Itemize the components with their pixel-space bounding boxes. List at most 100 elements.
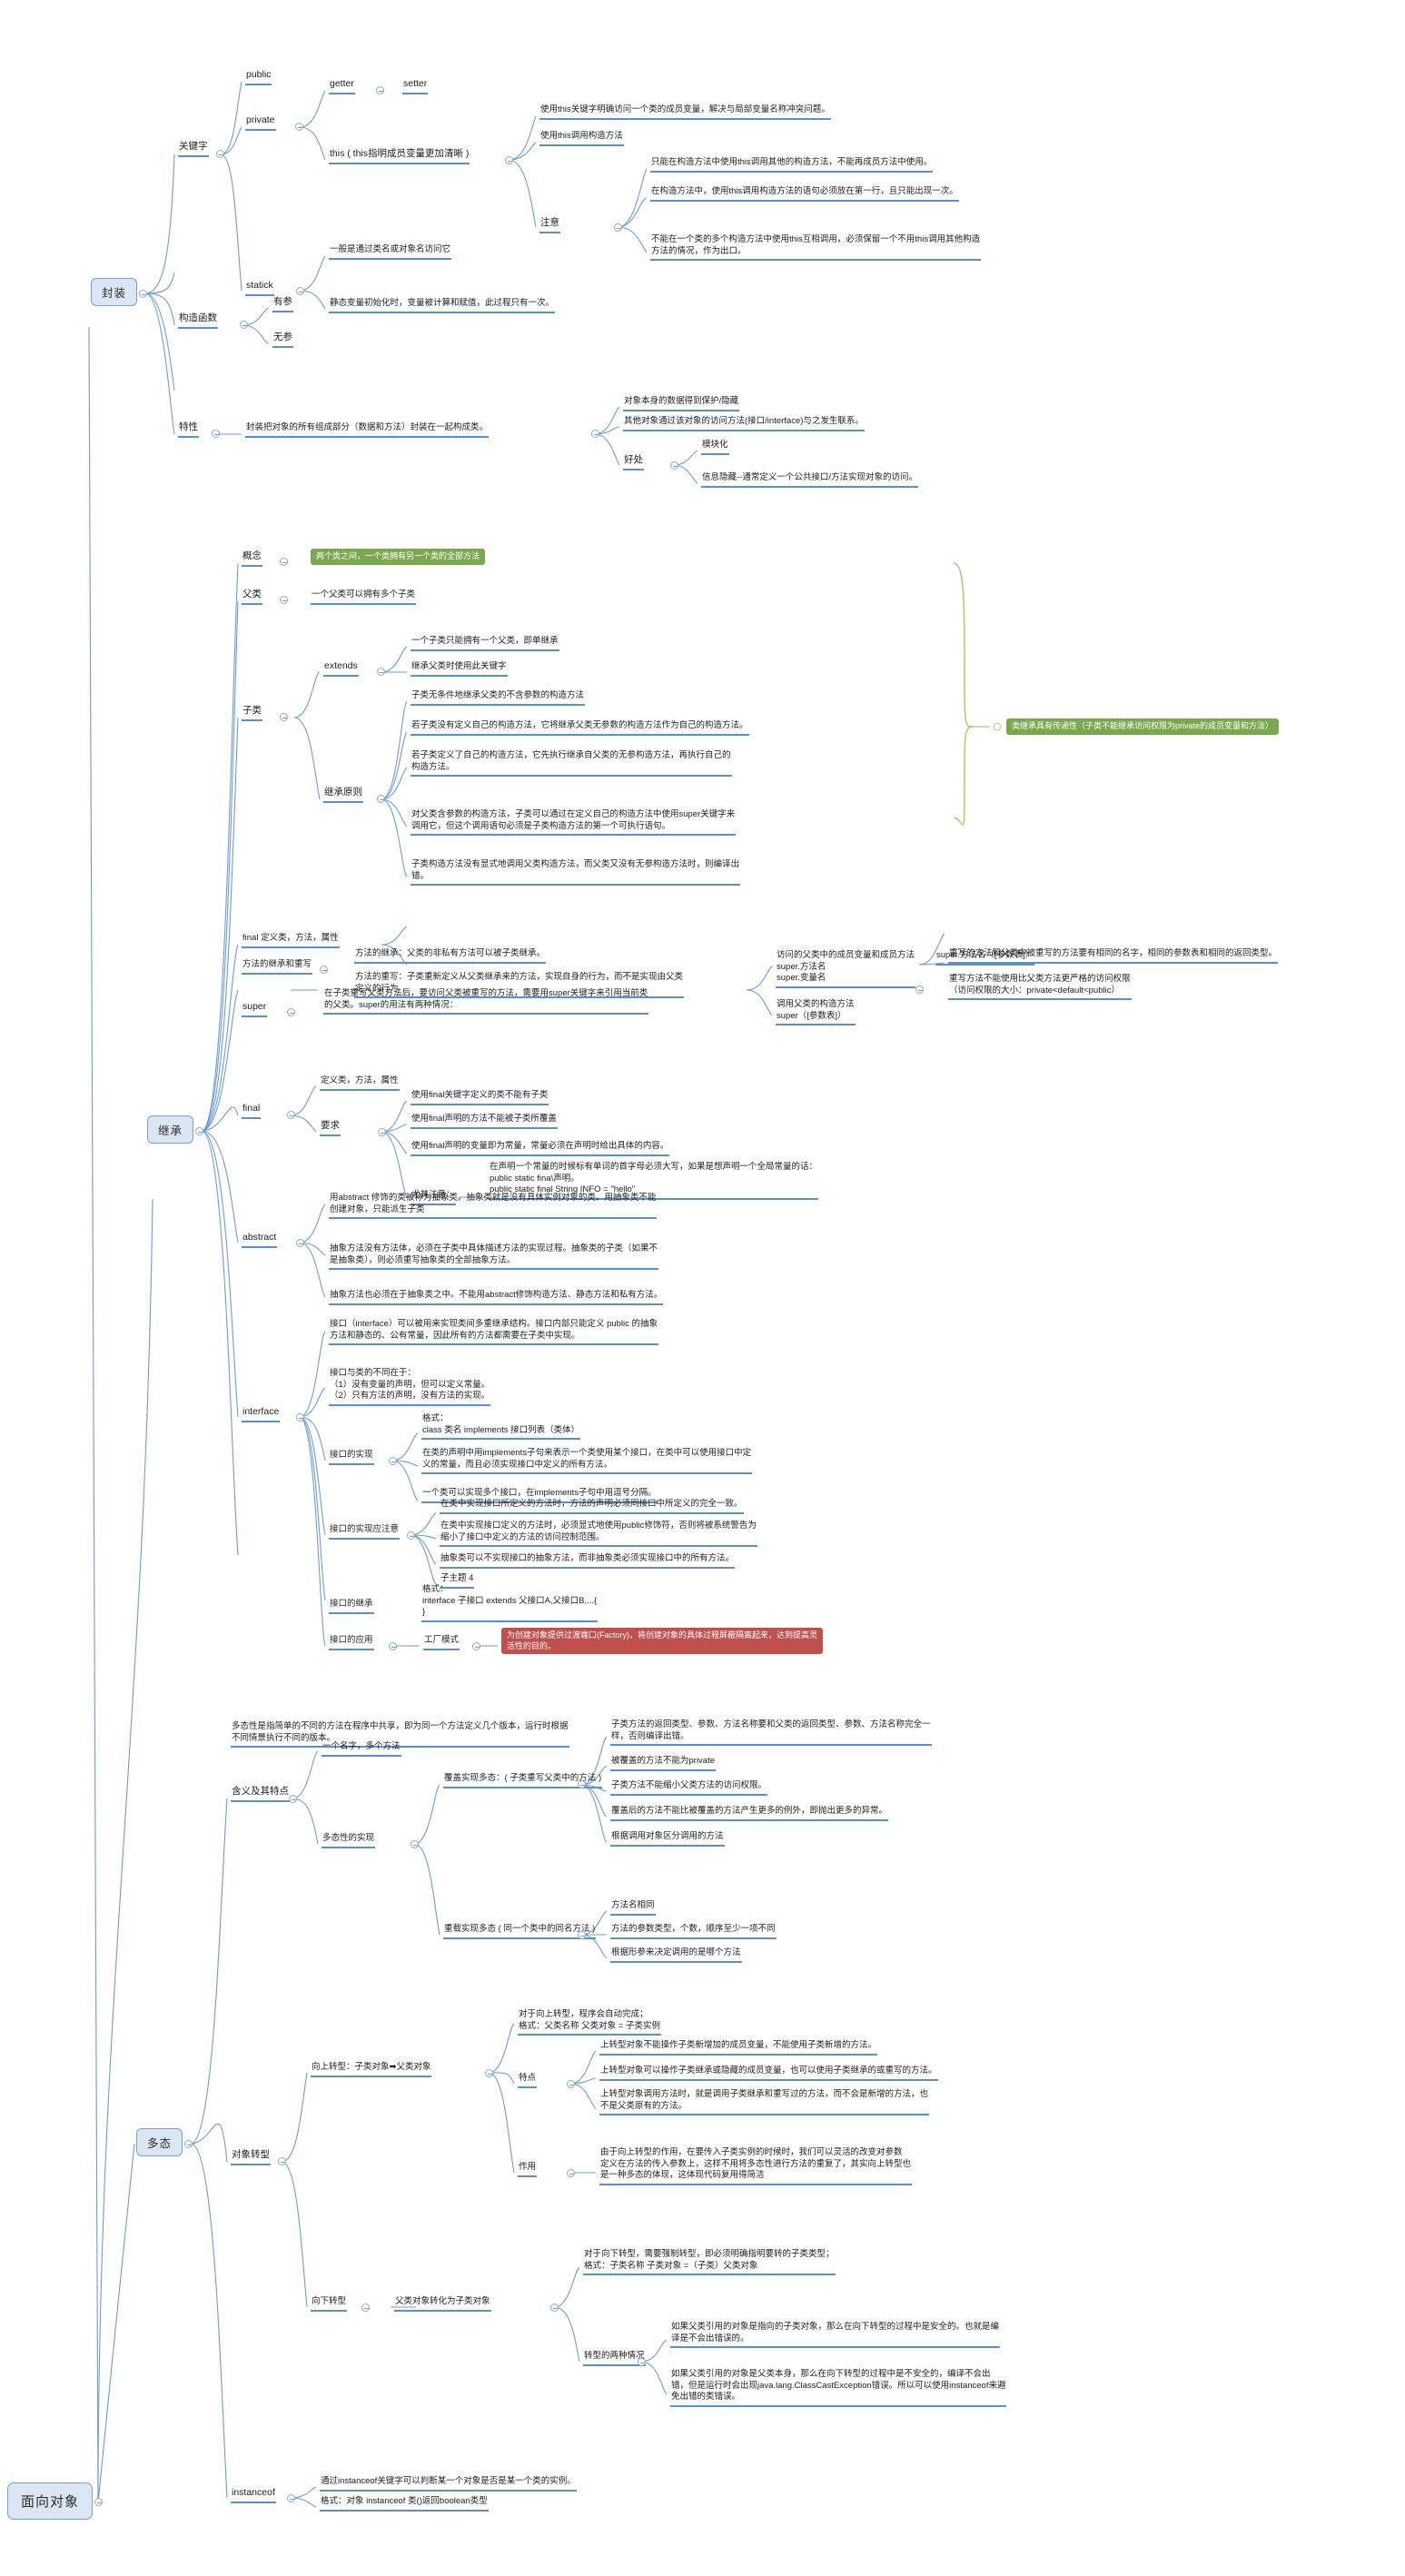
root-toggle[interactable] xyxy=(94,2498,103,2506)
upcast-point-2[interactable]: 上转型对象调用方法时，就是调用子类继承和重写过的方法，而不会是新增的方法，也 不… xyxy=(599,2089,930,2116)
node-upcast-points[interactable]: 特点 xyxy=(518,2073,538,2088)
node-public[interactable]: public xyxy=(245,69,272,85)
impl-item-0[interactable]: 在类的声明中用implements子句来表示一个类使用某个接口，在类中可以使用接… xyxy=(421,1448,753,1475)
node-downcast-toggle[interactable] xyxy=(361,2304,370,2312)
node-final[interactable]: final xyxy=(242,1103,262,1119)
node-benefit-toggle[interactable] xyxy=(670,461,678,470)
upcast-point-0[interactable]: 上转型对象不能操作子类新增加的成员变量，不能使用子类新增的方法。 xyxy=(599,2040,878,2056)
poly-override-0[interactable]: 子类方法的返回类型、参数、方法名称要和父类的返回类型、参数、方法名称完全一 样，… xyxy=(610,1719,932,1747)
downcast-case-1[interactable]: 如果父类引用的对象是父类本身，那么在向下转型的过程中是不安全的，编译不会出 错，… xyxy=(670,2369,1007,2407)
node-constructor-toggle[interactable] xyxy=(240,321,248,329)
node-downcast-cases-toggle[interactable] xyxy=(638,2358,646,2366)
statick-item-0[interactable]: 一般是通过类名或对象名访问它 xyxy=(329,244,452,260)
node-this-toggle[interactable] xyxy=(505,156,513,164)
final-def[interactable]: 定义类，方法，属性 xyxy=(320,1075,400,1091)
branch-inheritance-toggle[interactable] xyxy=(195,1127,203,1135)
upcast-point-1[interactable]: 上转型对象可以操作子类继承或隐藏的成员变量，也可以使用子类继承的或重写的方法。 xyxy=(599,2066,938,2081)
instanceof-item-1[interactable]: 格式：对象 instanceof 类()返回boolean类型 xyxy=(320,2496,489,2512)
node-impl-notes[interactable]: 接口的实现应注意 xyxy=(329,1524,401,1540)
node-private[interactable]: private xyxy=(245,114,276,131)
downcast-case-0[interactable]: 如果父类引用的对象是指向的子类对象，那么在向下转型的过程中是安全的。也就是编 译… xyxy=(670,2322,1001,2349)
node-cast-toggle[interactable] xyxy=(278,2157,286,2165)
impl-note-1[interactable]: 在类中实现接口定义的方法时，必须显式地使用public修饰符，否则将被系统警告为… xyxy=(440,1521,757,1548)
node-notice[interactable]: 注意 xyxy=(539,217,560,233)
extends-item-1[interactable]: 继承父类时使用此关键字 xyxy=(411,661,508,677)
node-final-req[interactable]: 要求 xyxy=(320,1120,341,1136)
parent-desc[interactable]: 一个父类可以拥有多个子类 xyxy=(311,590,417,605)
feature-item-1[interactable]: 其他对象通过该对象的访问方法(接口/interface)与之发生联系。 xyxy=(623,416,865,431)
abstract-item-0[interactable]: 用abstract 修饰的类被称为抽象类。抽象类就是没有具体实例对象的类。用抽象… xyxy=(329,1193,658,1220)
node-factory[interactable]: 工厂模式 xyxy=(423,1635,460,1650)
poly-override-3[interactable]: 覆盖后的方法不能比被覆盖的方法产生更多的例外，即抛出更多的异常。 xyxy=(610,1806,889,1821)
impl-note-0[interactable]: 在类中实现接口所定义的方法时，方法的声明必须同接口中所定义的完全一致。 xyxy=(440,1499,744,1514)
node-poly-overload[interactable]: 重载实现多态 ( 同一个类中的同名方法 ) xyxy=(443,1924,597,1939)
poly-override-4[interactable]: 根据调用对象区分调用的方法 xyxy=(610,1831,725,1847)
node-extends-toggle[interactable] xyxy=(377,668,385,676)
node-keyword-toggle[interactable] xyxy=(216,150,224,158)
node-feature-toggle[interactable] xyxy=(212,430,220,438)
notice-item-0[interactable]: 只能在构造方法中使用this调用其他的构造方法，不能再成员方法中使用。 xyxy=(650,157,934,173)
constructor-item-0[interactable]: 有参 xyxy=(272,296,293,312)
node-abstract[interactable]: abstract xyxy=(242,1232,278,1248)
node-final-req-toggle[interactable] xyxy=(378,1128,386,1136)
node-super-toggle[interactable] xyxy=(287,1008,295,1016)
poly-override-1[interactable]: 被覆盖的方法不能为private xyxy=(610,1756,717,1771)
rules-highlight[interactable]: 类继承具有传递性（子类不能继承访问权限为private的成员变量和方法） xyxy=(1006,718,1280,735)
node-inherit[interactable]: 接口的继承 xyxy=(329,1599,374,1614)
upcast-use-text[interactable]: 由于向上转型的作用，在要传入子类实例的时候时，我们可以灵活的改变对参数 定义在方… xyxy=(599,2147,913,2185)
node-instanceof-toggle[interactable] xyxy=(287,2494,295,2502)
this-item-0[interactable]: 使用this关键字明确访问一个类的成员变量，解决与局部变量名称冲突问题。 xyxy=(539,104,831,120)
extends-item-0[interactable]: 一个子类只能拥有一个父类，即单继承 xyxy=(411,636,559,651)
branch-encapsulation-toggle[interactable] xyxy=(139,290,147,298)
instanceof-item-0[interactable]: 通过instanceof关键字可以判断某一个对象是否是某一个类的实例。 xyxy=(320,2476,577,2492)
node-apply-toggle[interactable] xyxy=(389,1642,397,1650)
rules-item-3[interactable]: 对父类含参数的构造方法，子类可以通过在定义自己的构造方法中使用super关键字来… xyxy=(411,809,737,837)
super-desc[interactable]: 在子类重写父类方法后，要访问父类被重写的方法，需要用super关键字来引用当前类… xyxy=(323,988,649,1016)
node-feature[interactable]: 特性 xyxy=(178,421,199,438)
node-rules-toggle[interactable] xyxy=(377,795,385,803)
rules-item-1[interactable]: 若子类没有定义自己的构造方法，它将继承父类无参数的构造方法作为自己的构造方法。 xyxy=(411,720,749,736)
downcast-desc[interactable]: 父类对象转化为子类对象 xyxy=(394,2296,491,2312)
feature-desc-toggle[interactable] xyxy=(591,430,599,438)
final-item-1[interactable]: 使用final声明的方法不能被子类所覆盖 xyxy=(411,1114,558,1129)
node-interface-toggle[interactable] xyxy=(296,1413,304,1422)
final-item-2[interactable]: 使用final声明的变量即为常量，常量必须在声明时给出具体的内容。 xyxy=(411,1141,670,1156)
rules-item-4[interactable]: 子类构造方法没有显式地调用父类构造方法，而父类又没有无参构造方法时，则编译出 错… xyxy=(411,859,741,887)
node-meaning[interactable]: 含义及其特点 xyxy=(231,1786,290,1802)
constructor-item-1[interactable]: 无参 xyxy=(272,332,293,348)
node-notice-toggle[interactable] xyxy=(614,223,622,232)
upcast-format[interactable]: 对于向上转型，程序会自动完成； 格式：父类名称 父类对象 = 子类实例 xyxy=(518,2009,661,2036)
node-impl-toggle[interactable] xyxy=(389,1457,397,1465)
node-poly-overload-toggle[interactable] xyxy=(578,1931,586,1939)
node-override-toggle[interactable] xyxy=(320,966,328,974)
super-item-0[interactable]: 访问的父类中的成员变量和成员方法 super.方法名 super.变量名 xyxy=(776,950,916,988)
node-downcast-cases[interactable]: 转型的两种情况 xyxy=(583,2351,646,2366)
node-poly-override-toggle[interactable] xyxy=(578,1780,586,1788)
override-item-0[interactable]: 方法的继承：父类的非私有方法可以被子类继承。 xyxy=(354,948,547,964)
poly-overload-0[interactable]: 方法名相同 xyxy=(610,1900,656,1916)
abstract-item-1[interactable]: 抽象方法没有方法体，必须在子类中具体描述方法的实现过程。抽象类的子类（如果不 是… xyxy=(329,1243,659,1271)
node-poly-impl-toggle[interactable] xyxy=(411,1840,419,1848)
poly-overload-1[interactable]: 方法的参数类型，个数，顺序至少一项不同 xyxy=(610,1924,777,1939)
downcast-format[interactable]: 对于向下转型，需要强制转型，即必须明确指明要转的子类类型； 格式：子类名称 子类… xyxy=(583,2249,836,2276)
node-upcast-toggle[interactable] xyxy=(485,2069,493,2077)
getter-setter-toggle[interactable] xyxy=(376,86,384,94)
node-impl-notes-toggle[interactable] xyxy=(407,1531,415,1540)
node-concept[interactable]: 概念 xyxy=(242,550,262,567)
node-override[interactable]: 方法的继承和重写 xyxy=(242,959,313,975)
poly-override-2[interactable]: 子类方法不能缩小父类方法的访问权限。 xyxy=(610,1780,768,1796)
node-parent[interactable]: 父类 xyxy=(242,589,262,605)
node-meaning-toggle[interactable] xyxy=(289,1795,297,1803)
node-rules[interactable]: 继承原则 xyxy=(323,787,363,803)
node-upcast-use-toggle[interactable] xyxy=(567,2169,575,2177)
root-node[interactable]: 面向对象 xyxy=(7,2482,94,2520)
branch-polymorphism-toggle[interactable] xyxy=(184,2140,193,2148)
node-poly-impl[interactable]: 多态性的实现 xyxy=(322,1833,376,1848)
branch-encapsulation[interactable]: 封装 xyxy=(91,278,138,306)
node-private-toggle[interactable] xyxy=(295,123,303,131)
rules-item-2[interactable]: 若子类定义了自己的构造方法，它先执行继承自父类的无参构造方法，再执行自己的 构造… xyxy=(411,750,732,778)
feature-desc[interactable]: 封装把对象的所有组成部分（数据和方法）封装在一起构成类。 xyxy=(245,422,490,438)
node-keyword[interactable]: 关键字 xyxy=(178,141,209,157)
impl-note-2[interactable]: 抽象类可以不实现接口的抽象方法，而非抽象类必须实现接口中的所有方法。 xyxy=(440,1553,736,1569)
statick-item-1[interactable]: 静态变量初始化时，变量被计算和赋值，此过程只有一次。 xyxy=(329,298,556,313)
